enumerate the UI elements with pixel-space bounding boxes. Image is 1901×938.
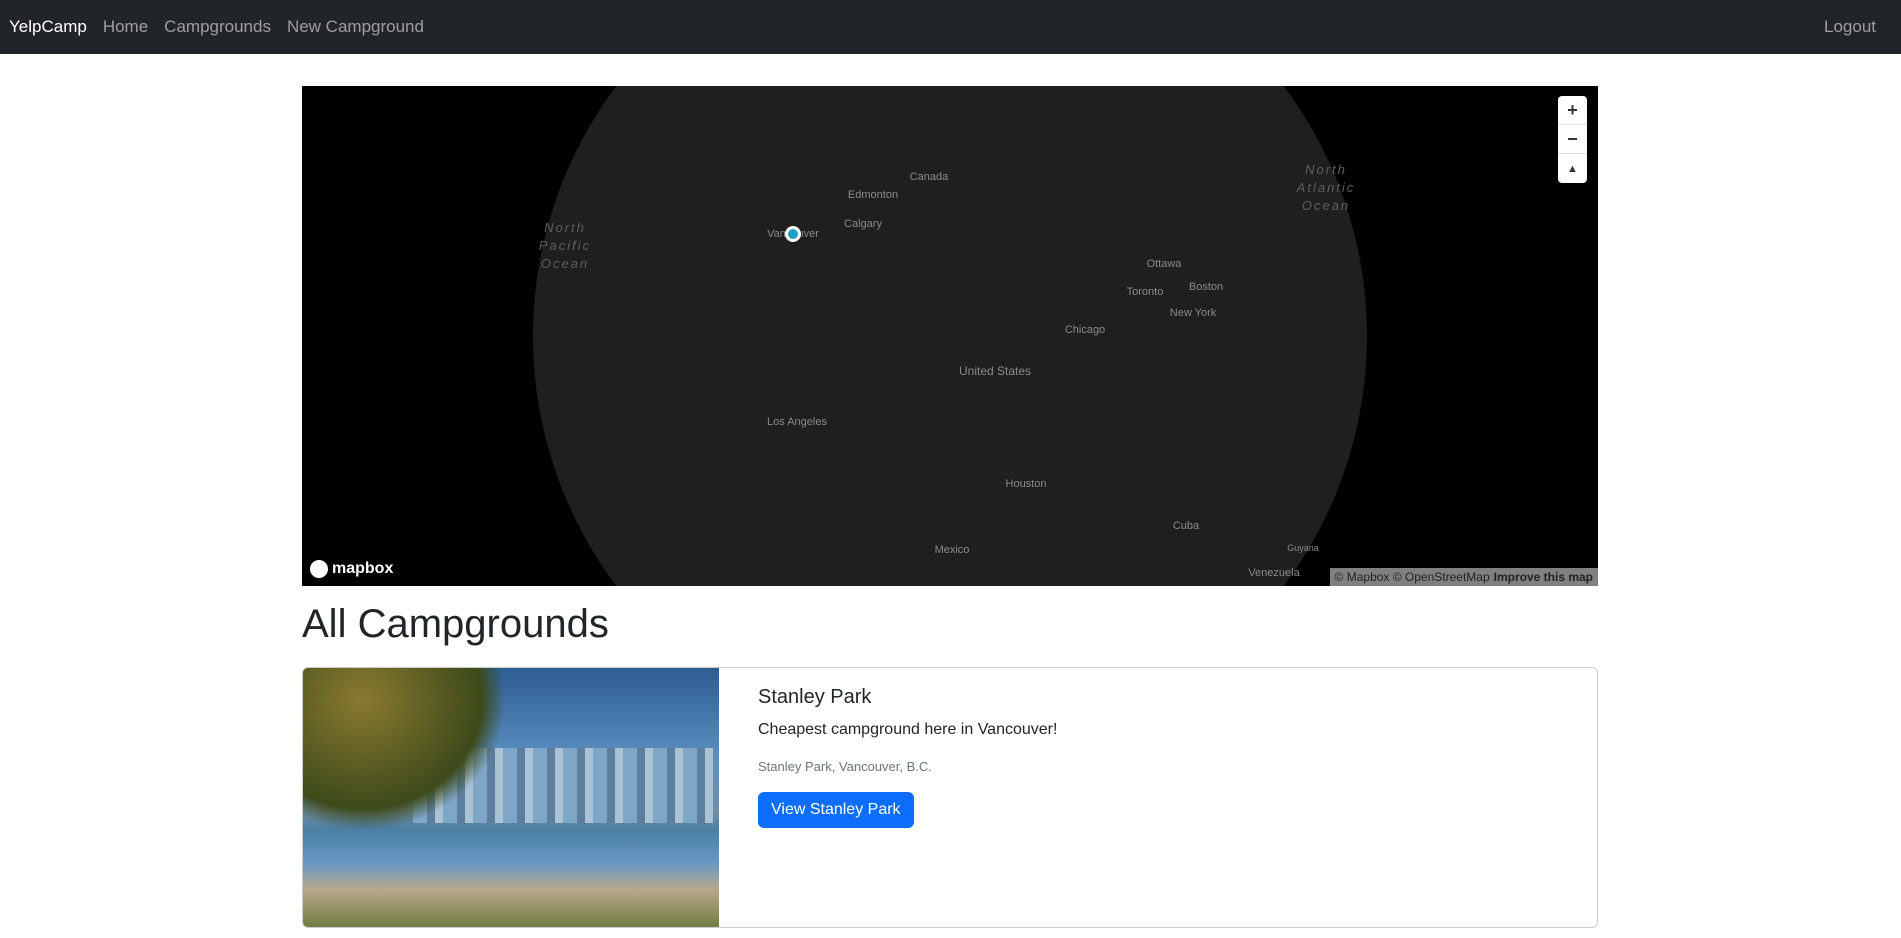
- cluster-map[interactable]: Canada Edmonton Calgary Vancouver Ottawa…: [302, 86, 1598, 586]
- map-label: Ottawa: [1146, 258, 1182, 270]
- globe: [533, 86, 1367, 586]
- map-label: Los Angeles: [767, 416, 827, 428]
- brand-link[interactable]: YelpCamp: [9, 17, 87, 37]
- campground-marker[interactable]: [785, 226, 801, 242]
- map-label: Chicago: [1064, 324, 1106, 336]
- campground-title: Stanley Park: [758, 686, 872, 708]
- zoom-in-button[interactable]: +: [1558, 96, 1587, 125]
- campground-card: Stanley Park Cheapest campground here in…: [302, 667, 1598, 928]
- map-label: Cuba: [1172, 520, 1200, 532]
- map-label: Canada: [909, 171, 949, 183]
- map-label: Guyana: [1287, 543, 1319, 553]
- view-campground-button[interactable]: View Stanley Park: [758, 792, 914, 828]
- nav-new-campground[interactable]: New Campground: [287, 17, 424, 37]
- map-label: Calgary: [844, 218, 882, 230]
- campground-description: Cheapest campground here in Vancouver!: [758, 721, 1058, 738]
- map-label: United States: [958, 364, 1032, 378]
- map-label: Boston: [1188, 281, 1224, 293]
- attribution-text[interactable]: © Mapbox © OpenStreetMap: [1335, 570, 1490, 584]
- map-label: Edmonton: [847, 189, 899, 201]
- improve-map-link[interactable]: Improve this map: [1494, 570, 1593, 584]
- map-label: Venezuela: [1248, 567, 1300, 579]
- navbar: YelpCamp Home Campgrounds New Campground…: [0, 0, 1901, 54]
- map-controls: + − ▲: [1558, 96, 1587, 183]
- compass-button[interactable]: ▲: [1558, 154, 1587, 183]
- map-label: Mexico: [934, 544, 970, 556]
- map-attribution: © Mapbox © OpenStreetMap Improve this map: [1329, 568, 1598, 586]
- mapbox-logo[interactable]: mapbox: [310, 560, 393, 578]
- ocean-label: North Atlantic Ocean: [1296, 162, 1356, 213]
- zoom-out-button[interactable]: −: [1558, 125, 1587, 154]
- map-label: Houston: [1005, 478, 1047, 490]
- campground-image: [303, 668, 719, 927]
- mapbox-logo-text: mapbox: [332, 560, 394, 577]
- nav-campgrounds[interactable]: Campgrounds: [164, 17, 271, 37]
- nav-home[interactable]: Home: [103, 17, 148, 37]
- mapbox-logo-icon: [310, 560, 328, 578]
- page-title: All Campgrounds: [302, 602, 609, 646]
- ocean-label: North Pacific Ocean: [538, 220, 592, 271]
- map-label: New York: [1169, 307, 1217, 319]
- map-label: Toronto: [1126, 286, 1164, 298]
- nav-logout[interactable]: Logout: [1824, 17, 1876, 37]
- campground-location: Stanley Park, Vancouver, B.C.: [758, 759, 932, 774]
